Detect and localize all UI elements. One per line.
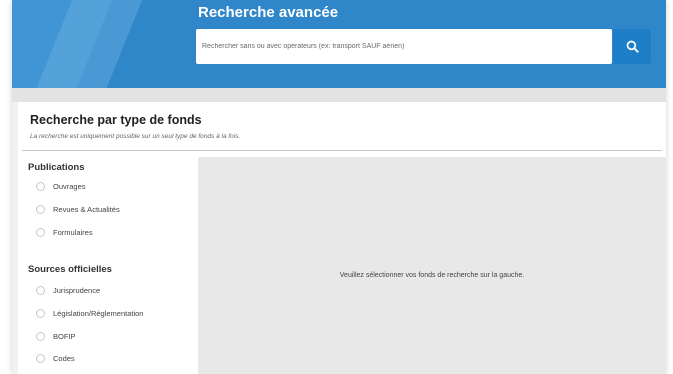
header-separator-band bbox=[12, 88, 666, 102]
option-label: Législation/Réglementation bbox=[53, 308, 144, 318]
option-label: Revues & Actualités bbox=[53, 204, 120, 214]
option-label: Jurisprudence bbox=[53, 285, 101, 295]
option-label: Formulaires bbox=[53, 227, 93, 237]
radio-button[interactable] bbox=[36, 353, 45, 363]
section-title-sources-officielles: Sources officielles bbox=[28, 264, 112, 275]
radio-button[interactable] bbox=[36, 204, 45, 214]
section-title-publications: Publications bbox=[28, 162, 85, 173]
radio-button[interactable] bbox=[36, 181, 45, 191]
panel-title: Recherche par type de fonds bbox=[30, 113, 202, 127]
option-jurisprudence[interactable]: Jurisprudence bbox=[36, 284, 100, 296]
option-label: Codes bbox=[53, 353, 75, 363]
header-banner: Recherche avancée bbox=[12, 0, 666, 88]
page-title: Recherche avancée bbox=[198, 4, 339, 21]
option-revues-actualites[interactable]: Revues & Actualités bbox=[36, 203, 120, 215]
radio-button[interactable] bbox=[36, 285, 45, 295]
radio-button[interactable] bbox=[36, 227, 45, 237]
results-area: Veuillez sélectionner vos fonds de reche… bbox=[198, 157, 666, 374]
option-bofip[interactable]: BOFIP bbox=[36, 330, 76, 342]
panel-subtitle: La recherche est uniquement possible sur… bbox=[30, 133, 241, 140]
fund-type-search-panel: Recherche par type de fonds La recherche… bbox=[18, 102, 666, 374]
radio-button[interactable] bbox=[36, 331, 45, 341]
search-button[interactable] bbox=[613, 29, 651, 64]
option-formulaires[interactable]: Formulaires bbox=[36, 226, 93, 238]
search-input[interactable] bbox=[196, 29, 612, 64]
option-label: BOFIP bbox=[53, 331, 76, 341]
option-codes[interactable]: Codes bbox=[36, 352, 75, 364]
radio-button[interactable] bbox=[36, 308, 45, 318]
search-icon bbox=[626, 40, 639, 53]
search-field bbox=[196, 29, 612, 64]
option-label: Ouvrages bbox=[53, 181, 86, 191]
results-placeholder-message: Veuillez sélectionner vos fonds de reche… bbox=[339, 272, 525, 279]
option-ouvrages[interactable]: Ouvrages bbox=[36, 180, 86, 192]
app-frame: Recherche avancée Recherche par type de … bbox=[12, 0, 666, 374]
option-legislation-reglementation[interactable]: Législation/Réglementation bbox=[36, 307, 143, 319]
panel-divider bbox=[22, 150, 662, 151]
